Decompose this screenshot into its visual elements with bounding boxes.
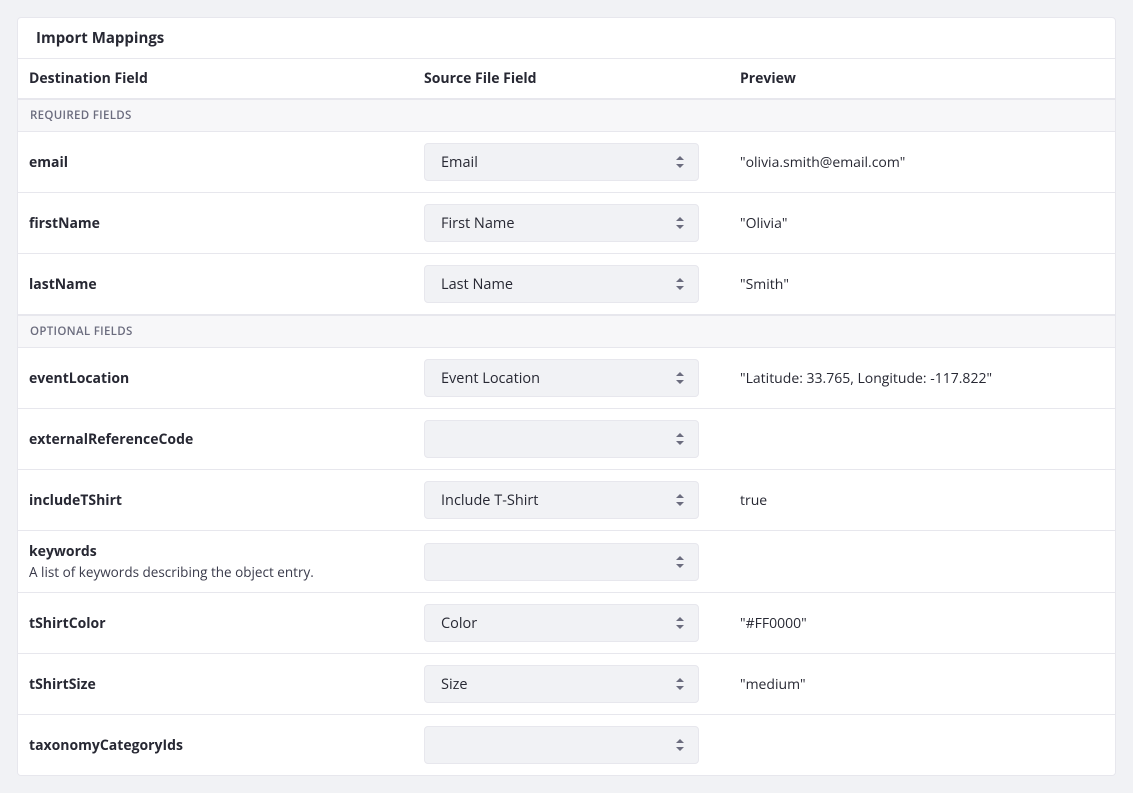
page-container: Import Mappings Destination Field Source… [0,0,1133,793]
destination-field-label: includeTShirt [29,491,414,510]
preview-value: "Smith" [720,275,1097,294]
preview-value: true [720,491,1097,510]
destination-field-label: eventLocation [29,369,414,388]
source-field-select-tshirtsize[interactable]: Size [424,665,699,703]
import-mappings-panel: Import Mappings Destination Field Source… [17,17,1116,776]
source-field-select-tshirtcolor[interactable]: Color [424,604,699,642]
mapping-row-tshirtcolor: tShirtColor Color "#FF0000" [18,593,1115,654]
source-field-select-externalreferencecode[interactable] [424,420,699,458]
destination-field-label: firstName [29,214,414,233]
source-field-select-includetshirt[interactable]: Include T-Shirt [424,481,699,519]
destination-field-description: A list of keywords describing the object… [29,563,414,581]
section-required-fields: REQUIRED FIELDS [18,99,1115,132]
column-header-source: Source File Field [424,69,720,88]
panel-title: Import Mappings [18,18,1115,59]
destination-field-label: lastName [29,275,414,294]
mapping-row-keywords: keywords A list of keywords describing t… [18,531,1115,593]
preview-value: "#FF0000" [720,614,1097,633]
source-field-select-eventlocation[interactable]: Event Location [424,359,699,397]
mapping-row-taxonomycategoryids: taxonomyCategoryIds [18,715,1115,775]
mapping-row-email: email Email "olivia.smith@email.com" [18,132,1115,193]
mapping-row-tshirtsize: tShirtSize Size "medium" [18,654,1115,715]
source-field-select-lastname[interactable]: Last Name [424,265,699,303]
column-header-destination: Destination Field [29,69,424,88]
source-field-select-keywords[interactable] [424,543,699,581]
mapping-row-includetshirt: includeTShirt Include T-Shirt true [18,470,1115,531]
section-optional-fields: OPTIONAL FIELDS [18,315,1115,348]
destination-field-label: keywords [29,542,414,561]
destination-field-label: tShirtColor [29,614,414,633]
destination-field-label: externalReferenceCode [29,430,414,449]
source-field-select-firstname[interactable]: First Name [424,204,699,242]
mapping-row-eventlocation: eventLocation Event Location "Latitude: … [18,348,1115,409]
mapping-row-firstname: firstName First Name "Olivia" [18,193,1115,254]
column-header-preview: Preview [720,69,1097,88]
destination-field-label: taxonomyCategoryIds [29,736,414,755]
destination-field-label: email [29,153,414,172]
column-header-row: Destination Field Source File Field Prev… [18,59,1115,99]
preview-value: "medium" [720,675,1097,694]
mapping-row-lastname: lastName Last Name "Smith" [18,254,1115,315]
preview-value: "Olivia" [720,214,1097,233]
mapping-row-externalreferencecode: externalReferenceCode [18,409,1115,470]
destination-field-label: tShirtSize [29,675,414,694]
preview-value: "Latitude: 33.765, Longitude: -117.822" [720,369,1097,388]
source-field-select-email[interactable]: Email [424,143,699,181]
preview-value: "olivia.smith@email.com" [720,153,1097,172]
source-field-select-taxonomycategoryids[interactable] [424,726,699,764]
